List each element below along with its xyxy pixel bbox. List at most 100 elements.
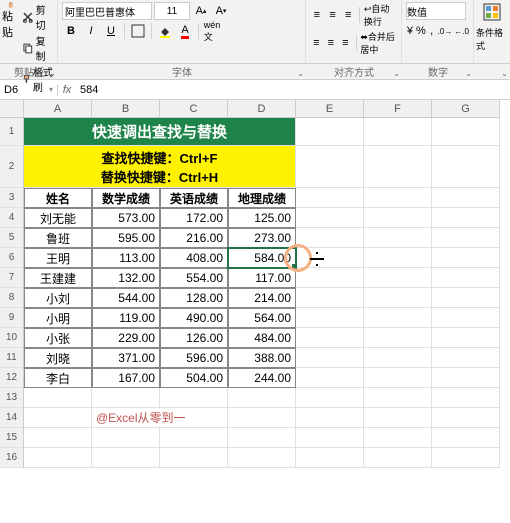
font-color-button[interactable]: A	[176, 22, 194, 40]
merge-center-button[interactable]: ⬌合并后居中	[360, 30, 397, 56]
row-header-6[interactable]: 6	[0, 248, 24, 268]
cell-D5[interactable]: 273.00	[228, 228, 296, 248]
cell-F10[interactable]	[364, 328, 432, 348]
cell-D13[interactable]	[228, 388, 296, 408]
cell-F2[interactable]	[364, 146, 432, 188]
cell-C13[interactable]	[160, 388, 228, 408]
cell-A14[interactable]	[24, 408, 92, 428]
cell-F3[interactable]	[364, 188, 432, 208]
cell-B9[interactable]: 119.00	[92, 308, 160, 328]
cell-D10[interactable]: 484.00	[228, 328, 296, 348]
font-name-select[interactable]	[62, 2, 152, 20]
cell-A13[interactable]	[24, 388, 92, 408]
cell-G15[interactable]	[432, 428, 500, 448]
row-header-8[interactable]: 8	[0, 288, 24, 308]
cell-E7[interactable]	[296, 268, 364, 288]
cell-F6[interactable]	[364, 248, 432, 268]
cell-F4[interactable]	[364, 208, 432, 228]
cell-G2[interactable]	[432, 146, 500, 188]
cell-G14[interactable]	[432, 408, 500, 428]
cell-B10[interactable]: 229.00	[92, 328, 160, 348]
underline-button[interactable]: U	[102, 22, 120, 40]
fx-icon[interactable]: fx	[58, 84, 76, 96]
cell-G5[interactable]	[432, 228, 500, 248]
cell-C15[interactable]	[160, 428, 228, 448]
align-center-button[interactable]: ≡	[325, 34, 338, 52]
cell-A16[interactable]	[24, 448, 92, 468]
column-header-G[interactable]: G	[432, 100, 500, 118]
cell-E2[interactable]	[296, 146, 364, 188]
cell-A11[interactable]: 刘晓	[24, 348, 92, 368]
cell-G1[interactable]	[432, 118, 500, 146]
column-header-E[interactable]: E	[296, 100, 364, 118]
column-header-D[interactable]: D	[228, 100, 296, 118]
cell-G4[interactable]	[432, 208, 500, 228]
cell-D3[interactable]: 地理成绩	[228, 188, 296, 208]
cell-G9[interactable]	[432, 308, 500, 328]
row-header-4[interactable]: 4	[0, 208, 24, 228]
paste-button[interactable]: 粘贴	[2, 2, 20, 40]
cell-C10[interactable]: 126.00	[160, 328, 228, 348]
cell-G6[interactable]	[432, 248, 500, 268]
decrease-font-button[interactable]: A▾	[212, 2, 230, 20]
column-header-C[interactable]: C	[160, 100, 228, 118]
row-header-5[interactable]: 5	[0, 228, 24, 248]
cell-D9[interactable]: 564.00	[228, 308, 296, 328]
cell-D12[interactable]: 244.00	[228, 368, 296, 388]
row-header-11[interactable]: 11	[0, 348, 24, 368]
cell-G16[interactable]	[432, 448, 500, 468]
cell-B11[interactable]: 371.00	[92, 348, 160, 368]
cell-G8[interactable]	[432, 288, 500, 308]
row-header-1[interactable]: 1	[0, 118, 24, 146]
cell-E14[interactable]	[296, 408, 364, 428]
cell-F16[interactable]	[364, 448, 432, 468]
cell-D4[interactable]: 125.00	[228, 208, 296, 228]
number-format-select[interactable]	[406, 2, 466, 20]
cell-A4[interactable]: 刘无能	[24, 208, 92, 228]
conditional-format-icon[interactable]	[482, 2, 502, 26]
cell-G12[interactable]	[432, 368, 500, 388]
cell-A5[interactable]: 鲁班	[24, 228, 92, 248]
cell-G3[interactable]	[432, 188, 500, 208]
row-header-14[interactable]: 14	[0, 408, 24, 428]
phonetic-button[interactable]: wén文	[203, 22, 221, 40]
cell-D6[interactable]: 584.00	[228, 248, 296, 268]
cell-B8[interactable]: 544.00	[92, 288, 160, 308]
row-header-12[interactable]: 12	[0, 368, 24, 388]
cell-D11[interactable]: 388.00	[228, 348, 296, 368]
cell-E6[interactable]	[296, 248, 364, 268]
row-header-15[interactable]: 15	[0, 428, 24, 448]
cell-E1[interactable]	[296, 118, 364, 146]
border-button[interactable]	[129, 22, 147, 40]
select-all-corner[interactable]	[0, 100, 24, 118]
cell-D8[interactable]: 214.00	[228, 288, 296, 308]
cell-C7[interactable]: 554.00	[160, 268, 228, 288]
column-header-A[interactable]: A	[24, 100, 92, 118]
formula-input[interactable]: 584	[76, 84, 510, 96]
cell-A12[interactable]: 李白	[24, 368, 92, 388]
row-header-7[interactable]: 7	[0, 268, 24, 288]
cell-F12[interactable]	[364, 368, 432, 388]
cell-B3[interactable]: 数学成绩	[92, 188, 160, 208]
cell-D16[interactable]	[228, 448, 296, 468]
cell-A9[interactable]: 小明	[24, 308, 92, 328]
cell-A6[interactable]: 王明	[24, 248, 92, 268]
cell-B12[interactable]: 167.00	[92, 368, 160, 388]
row-header-13[interactable]: 13	[0, 388, 24, 408]
row-header-10[interactable]: 10	[0, 328, 24, 348]
cell-D14[interactable]	[228, 408, 296, 428]
cell-C3[interactable]: 英语成绩	[160, 188, 228, 208]
cell-C9[interactable]: 490.00	[160, 308, 228, 328]
cell-E3[interactable]	[296, 188, 364, 208]
cell-B7[interactable]: 132.00	[92, 268, 160, 288]
cell-E16[interactable]	[296, 448, 364, 468]
cell-G13[interactable]	[432, 388, 500, 408]
align-mid-button[interactable]: ≡	[326, 6, 340, 24]
cell-B14[interactable]: @Excel从零到一	[92, 408, 228, 428]
align-right-button[interactable]: ≡	[339, 34, 352, 52]
cell-E4[interactable]	[296, 208, 364, 228]
cell-E10[interactable]	[296, 328, 364, 348]
cell-F5[interactable]	[364, 228, 432, 248]
cell-C12[interactable]: 504.00	[160, 368, 228, 388]
cell-D7[interactable]: 117.00	[228, 268, 296, 288]
